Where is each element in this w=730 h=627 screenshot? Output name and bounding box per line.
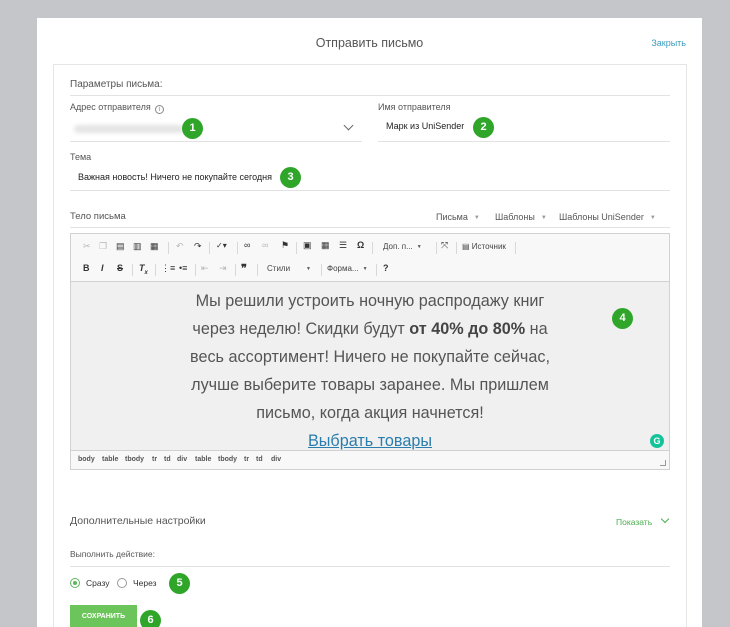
strikethrough-icon[interactable]: S (117, 263, 123, 273)
spellcheck-icon[interactable]: ✓▾ (216, 241, 227, 250)
redo-icon[interactable]: ↷ (194, 241, 202, 252)
body-text-line: весь ассортимент! Ничего не покупайте се… (190, 348, 550, 366)
cut-icon[interactable]: ✂ (83, 241, 91, 252)
path-item[interactable]: div (271, 456, 281, 463)
resize-handle[interactable] (660, 460, 666, 466)
copy-icon[interactable]: ❐ (99, 241, 107, 252)
unlink-icon[interactable]: ∞ (262, 240, 268, 250)
horizontal-line-icon[interactable]: ☰ (339, 240, 347, 251)
sender-name-input[interactable]: Марк из UniSender (386, 121, 464, 131)
outdent-icon[interactable]: ⇤ (201, 263, 209, 274)
grammarly-icon[interactable]: G (650, 434, 664, 448)
format-dropdown[interactable]: Форма... ▼ (327, 264, 368, 273)
italic-icon[interactable]: I (101, 263, 104, 273)
badge-3: 3 (280, 167, 301, 188)
params-title: Параметры письма: (70, 79, 163, 90)
styles-dropdown[interactable]: Стили ▼ (267, 264, 311, 273)
discount-text: от 40% до 80% (409, 320, 526, 338)
special-char-icon[interactable]: Ω (357, 240, 364, 250)
path-item[interactable]: tr (152, 456, 157, 463)
sender-name-label: Имя отправителя (378, 102, 451, 112)
radio-delayed[interactable] (117, 578, 127, 588)
badge-2: 2 (473, 117, 494, 138)
image-icon[interactable]: ▣ (303, 240, 312, 251)
path-item[interactable]: table (195, 456, 211, 463)
path-item[interactable]: div (177, 456, 187, 463)
editor-toolbar: ✂ ❐ ▤ ▥ ▦ ↶ ↷ ✓▾ ∞ ∞ ⚑ ▣ ▦ ☰ Ω Доп. п...… (71, 234, 669, 282)
badge-5: 5 (169, 573, 190, 594)
source-button[interactable]: ▤ Источник (462, 242, 506, 251)
sender-address-select[interactable] (70, 117, 362, 141)
subject-input[interactable]: Важная новость! Ничего не покупайте сего… (78, 172, 272, 182)
path-item[interactable]: td (164, 456, 171, 463)
path-item[interactable]: tr (244, 456, 249, 463)
element-path-bar: body table tbody tr td div table tbody t… (71, 450, 669, 469)
path-item[interactable]: tbody (125, 456, 144, 463)
tab-templates[interactable]: Шаблоны ▼ (495, 212, 547, 222)
blockquote-icon[interactable]: ❞ (241, 262, 247, 275)
undo-icon[interactable]: ↶ (176, 241, 184, 252)
sender-address-label: Адрес отправителя i (70, 102, 164, 114)
indent-icon[interactable]: ⇥ (219, 263, 227, 274)
link-icon[interactable]: ∞ (244, 240, 250, 250)
body-label: Тело письма (70, 211, 126, 222)
editor-content[interactable]: Мы решили устроить ночную распродажу кни… (71, 282, 669, 452)
paste-word-icon[interactable]: ▦ (150, 241, 159, 252)
body-text-line: через неделю! Скидки будут от 40% до 80%… (192, 320, 548, 338)
chevron-down-icon (343, 120, 354, 131)
radio-immediately[interactable] (70, 578, 80, 588)
bold-icon[interactable]: B (83, 263, 90, 273)
body-text-line: письмо, когда акция начнется! (256, 404, 484, 422)
email-form: Параметры письма: Адрес отправителя i 1 И… (53, 64, 687, 627)
doc-props-dropdown[interactable]: Доп. п... ▼ (383, 242, 422, 251)
path-item[interactable]: body (78, 456, 95, 463)
paste-text-icon[interactable]: ▥ (133, 241, 142, 252)
save-button[interactable]: СОХРАНИТЬ (70, 605, 137, 627)
path-item[interactable]: table (102, 456, 118, 463)
badge-1: 1 (182, 118, 203, 139)
body-text-line: лучше выберите товары заранее. Мы пришле… (191, 376, 549, 394)
body-text-line: Мы решили устроить ночную распродажу кни… (195, 292, 545, 310)
path-item[interactable]: tbody (218, 456, 237, 463)
bullet-list-icon[interactable]: •≡ (179, 263, 187, 273)
anchor-flag-icon[interactable]: ⚑ (281, 240, 289, 251)
close-link[interactable]: Закрыть (651, 38, 686, 48)
badge-6: 6 (140, 610, 161, 627)
table-icon[interactable]: ▦ (321, 240, 330, 251)
subject-label: Тема (70, 152, 92, 162)
path-item[interactable]: td (256, 456, 263, 463)
radio-delayed-label[interactable]: Через (133, 578, 157, 588)
numbered-list-icon[interactable]: ⋮≡ (161, 263, 175, 274)
choose-products-link[interactable]: Выбрать товары (308, 432, 432, 450)
send-email-modal: Отправить письмо Закрыть Параметры письм… (37, 18, 702, 627)
chevron-down-icon (660, 514, 670, 524)
paste-icon[interactable]: ▤ (116, 241, 125, 252)
info-icon[interactable]: i (154, 105, 164, 114)
show-toggle[interactable]: Показать (616, 514, 670, 527)
additional-settings-title: Дополнительные настройки (70, 515, 206, 527)
tab-unisender-templates[interactable]: Шаблоны UniSender ▼ (559, 212, 656, 222)
action-label: Выполнить действие: (70, 549, 155, 559)
help-icon[interactable]: ? (383, 263, 389, 273)
modal-title: Отправить письмо (315, 36, 424, 50)
remove-format-icon[interactable]: Tx (139, 263, 148, 276)
maximize-icon[interactable]: ⤧ (441, 240, 448, 251)
tab-letters[interactable]: Письма ▼ (436, 212, 480, 222)
radio-immediately-label[interactable]: Сразу (86, 578, 110, 588)
badge-4: 4 (612, 308, 633, 329)
rich-text-editor: ✂ ❐ ▤ ▥ ▦ ↶ ↷ ✓▾ ∞ ∞ ⚑ ▣ ▦ ☰ Ω Доп. п...… (70, 233, 670, 470)
